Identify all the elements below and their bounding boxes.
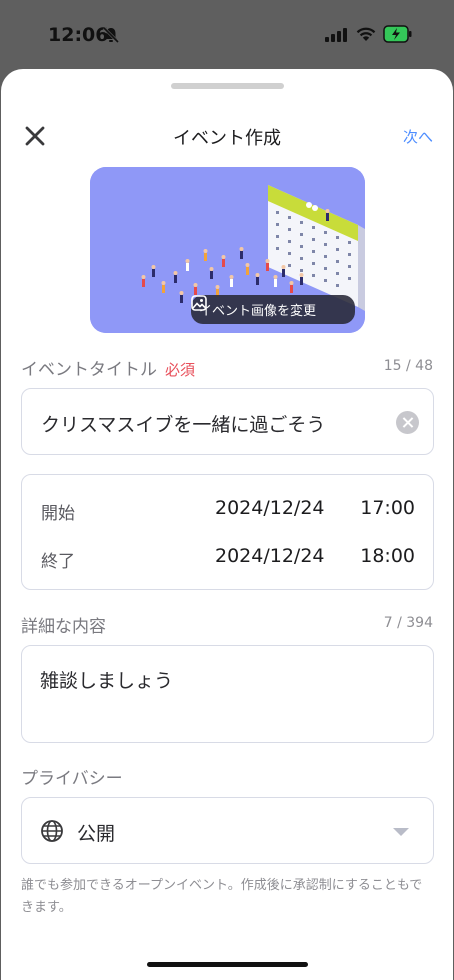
privacy-value: 公開 [77,823,116,845]
event-title-label-text: イベントタイトル [21,360,157,380]
cellular-signal-icon [325,28,347,42]
event-image[interactable]: イベント画像を変更 [90,167,365,333]
start-label: 開始 [41,504,75,524]
battery-charging-icon [383,25,412,43]
start-date[interactable]: 2024/12/24 [215,497,325,519]
change-image-button[interactable]: イベント画像を変更 [191,295,355,324]
event-title-value: クリスマスイブを一緒に過ごそう [41,414,326,436]
chevron-down-icon [393,828,409,836]
home-indicator[interactable] [147,962,308,967]
next-button[interactable]: 次へ [403,126,433,147]
schedule-box: 開始 2024/12/24 17:00 終了 2024/12/24 18:00 [21,474,434,590]
bell-muted-icon [102,26,120,44]
details-value: 雑談しましょう [40,670,174,692]
event-title-label: イベントタイトル 必須 [21,355,195,380]
title-char-counter: 15 / 48 [383,358,433,374]
required-badge: 必須 [165,361,196,379]
page-title: イベント作成 [173,128,281,149]
start-time[interactable]: 17:00 [360,497,415,519]
wifi-icon [356,27,376,41]
start-datetime-row[interactable]: 開始 2024/12/24 17:00 [22,485,433,533]
privacy-note: 誰でも参加できるオープンイベント。作成後に承認制にすることもできます。 [21,878,423,915]
end-label: 終了 [41,552,75,572]
status-time: 12:06 [48,24,109,46]
globe-icon [41,820,63,842]
clear-title-icon[interactable] [396,411,419,434]
privacy-select[interactable]: 公開 [21,797,434,864]
status-bar: 12:06 [0,0,454,70]
privacy-label: プライバシー [21,769,123,789]
end-time[interactable]: 18:00 [360,545,415,567]
event-title-input[interactable]: クリスマスイブを一緒に過ごそう [21,388,434,455]
end-date[interactable]: 2024/12/24 [215,545,325,567]
details-label: 詳細な内容 [21,617,106,637]
end-datetime-row[interactable]: 終了 2024/12/24 18:00 [22,533,433,581]
sheet-grabber[interactable] [171,83,284,89]
image-icon [191,295,207,311]
details-textarea[interactable]: 雑談しましょう [21,645,434,743]
create-event-sheet: イベント作成 次へ イベント画像を変更 イベントタイトル 必須 15 / 48 … [1,69,453,980]
details-char-counter: 7 / 394 [383,615,433,631]
change-image-label: イベント画像を変更 [199,304,317,319]
